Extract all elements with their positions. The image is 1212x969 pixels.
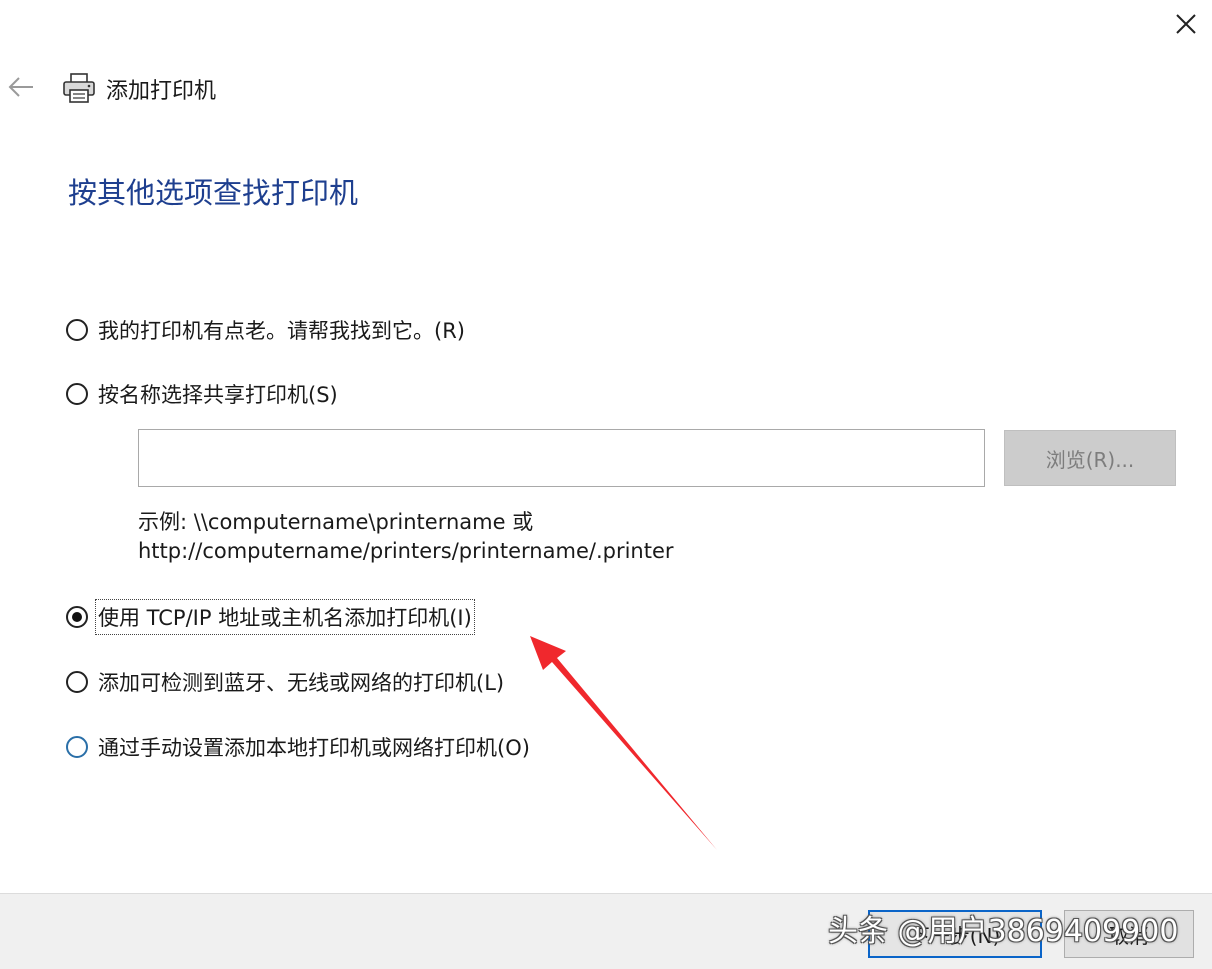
window-title: 添加打印机 <box>106 79 217 104</box>
printer-icon <box>63 73 95 103</box>
option-label: 通过手动设置添加本地打印机或网络打印机(O) <box>98 736 530 760</box>
close-button[interactable] <box>1160 0 1212 48</box>
page-heading: 按其他选项查找打印机 <box>68 176 359 210</box>
option-tcpip[interactable]: 使用 TCP/IP 地址或主机名添加打印机(I) <box>66 599 475 635</box>
radio-shared-by-name[interactable] <box>66 383 88 405</box>
radio-manual-local[interactable] <box>66 736 88 758</box>
option-shared-by-name[interactable]: 按名称选择共享打印机(S) <box>66 376 338 412</box>
shared-printer-name-input[interactable] <box>138 429 985 487</box>
option-bluetooth-wireless-network[interactable]: 添加可检测到蓝牙、无线或网络的打印机(L) <box>66 664 504 700</box>
radio-bluetooth-wireless-network[interactable] <box>66 671 88 693</box>
option-manual-local[interactable]: 通过手动设置添加本地打印机或网络打印机(O) <box>66 729 530 765</box>
option-label: 添加可检测到蓝牙、无线或网络的打印机(L) <box>98 671 505 695</box>
watermark-text: 头条 @用户3869409900 <box>828 914 1179 949</box>
example-text-line2: http://computername/printers/printername… <box>138 539 674 563</box>
option-old-printer[interactable]: 我的打印机有点老。请帮我找到它。(R) <box>66 312 465 348</box>
option-label: 按名称选择共享打印机(S) <box>98 383 338 407</box>
close-icon <box>1176 14 1196 34</box>
radio-tcpip[interactable] <box>66 606 88 628</box>
back-button[interactable] <box>4 70 38 104</box>
back-arrow-icon <box>8 77 33 97</box>
example-text-line1: 示例: \\computername\printername 或 <box>138 510 534 534</box>
browse-button[interactable]: 浏览(R)... <box>1004 430 1176 486</box>
radio-old-printer[interactable] <box>66 319 88 341</box>
option-label: 我的打印机有点老。请帮我找到它。(R) <box>98 319 465 343</box>
option-label: 使用 TCP/IP 地址或主机名添加打印机(I) <box>95 599 475 635</box>
